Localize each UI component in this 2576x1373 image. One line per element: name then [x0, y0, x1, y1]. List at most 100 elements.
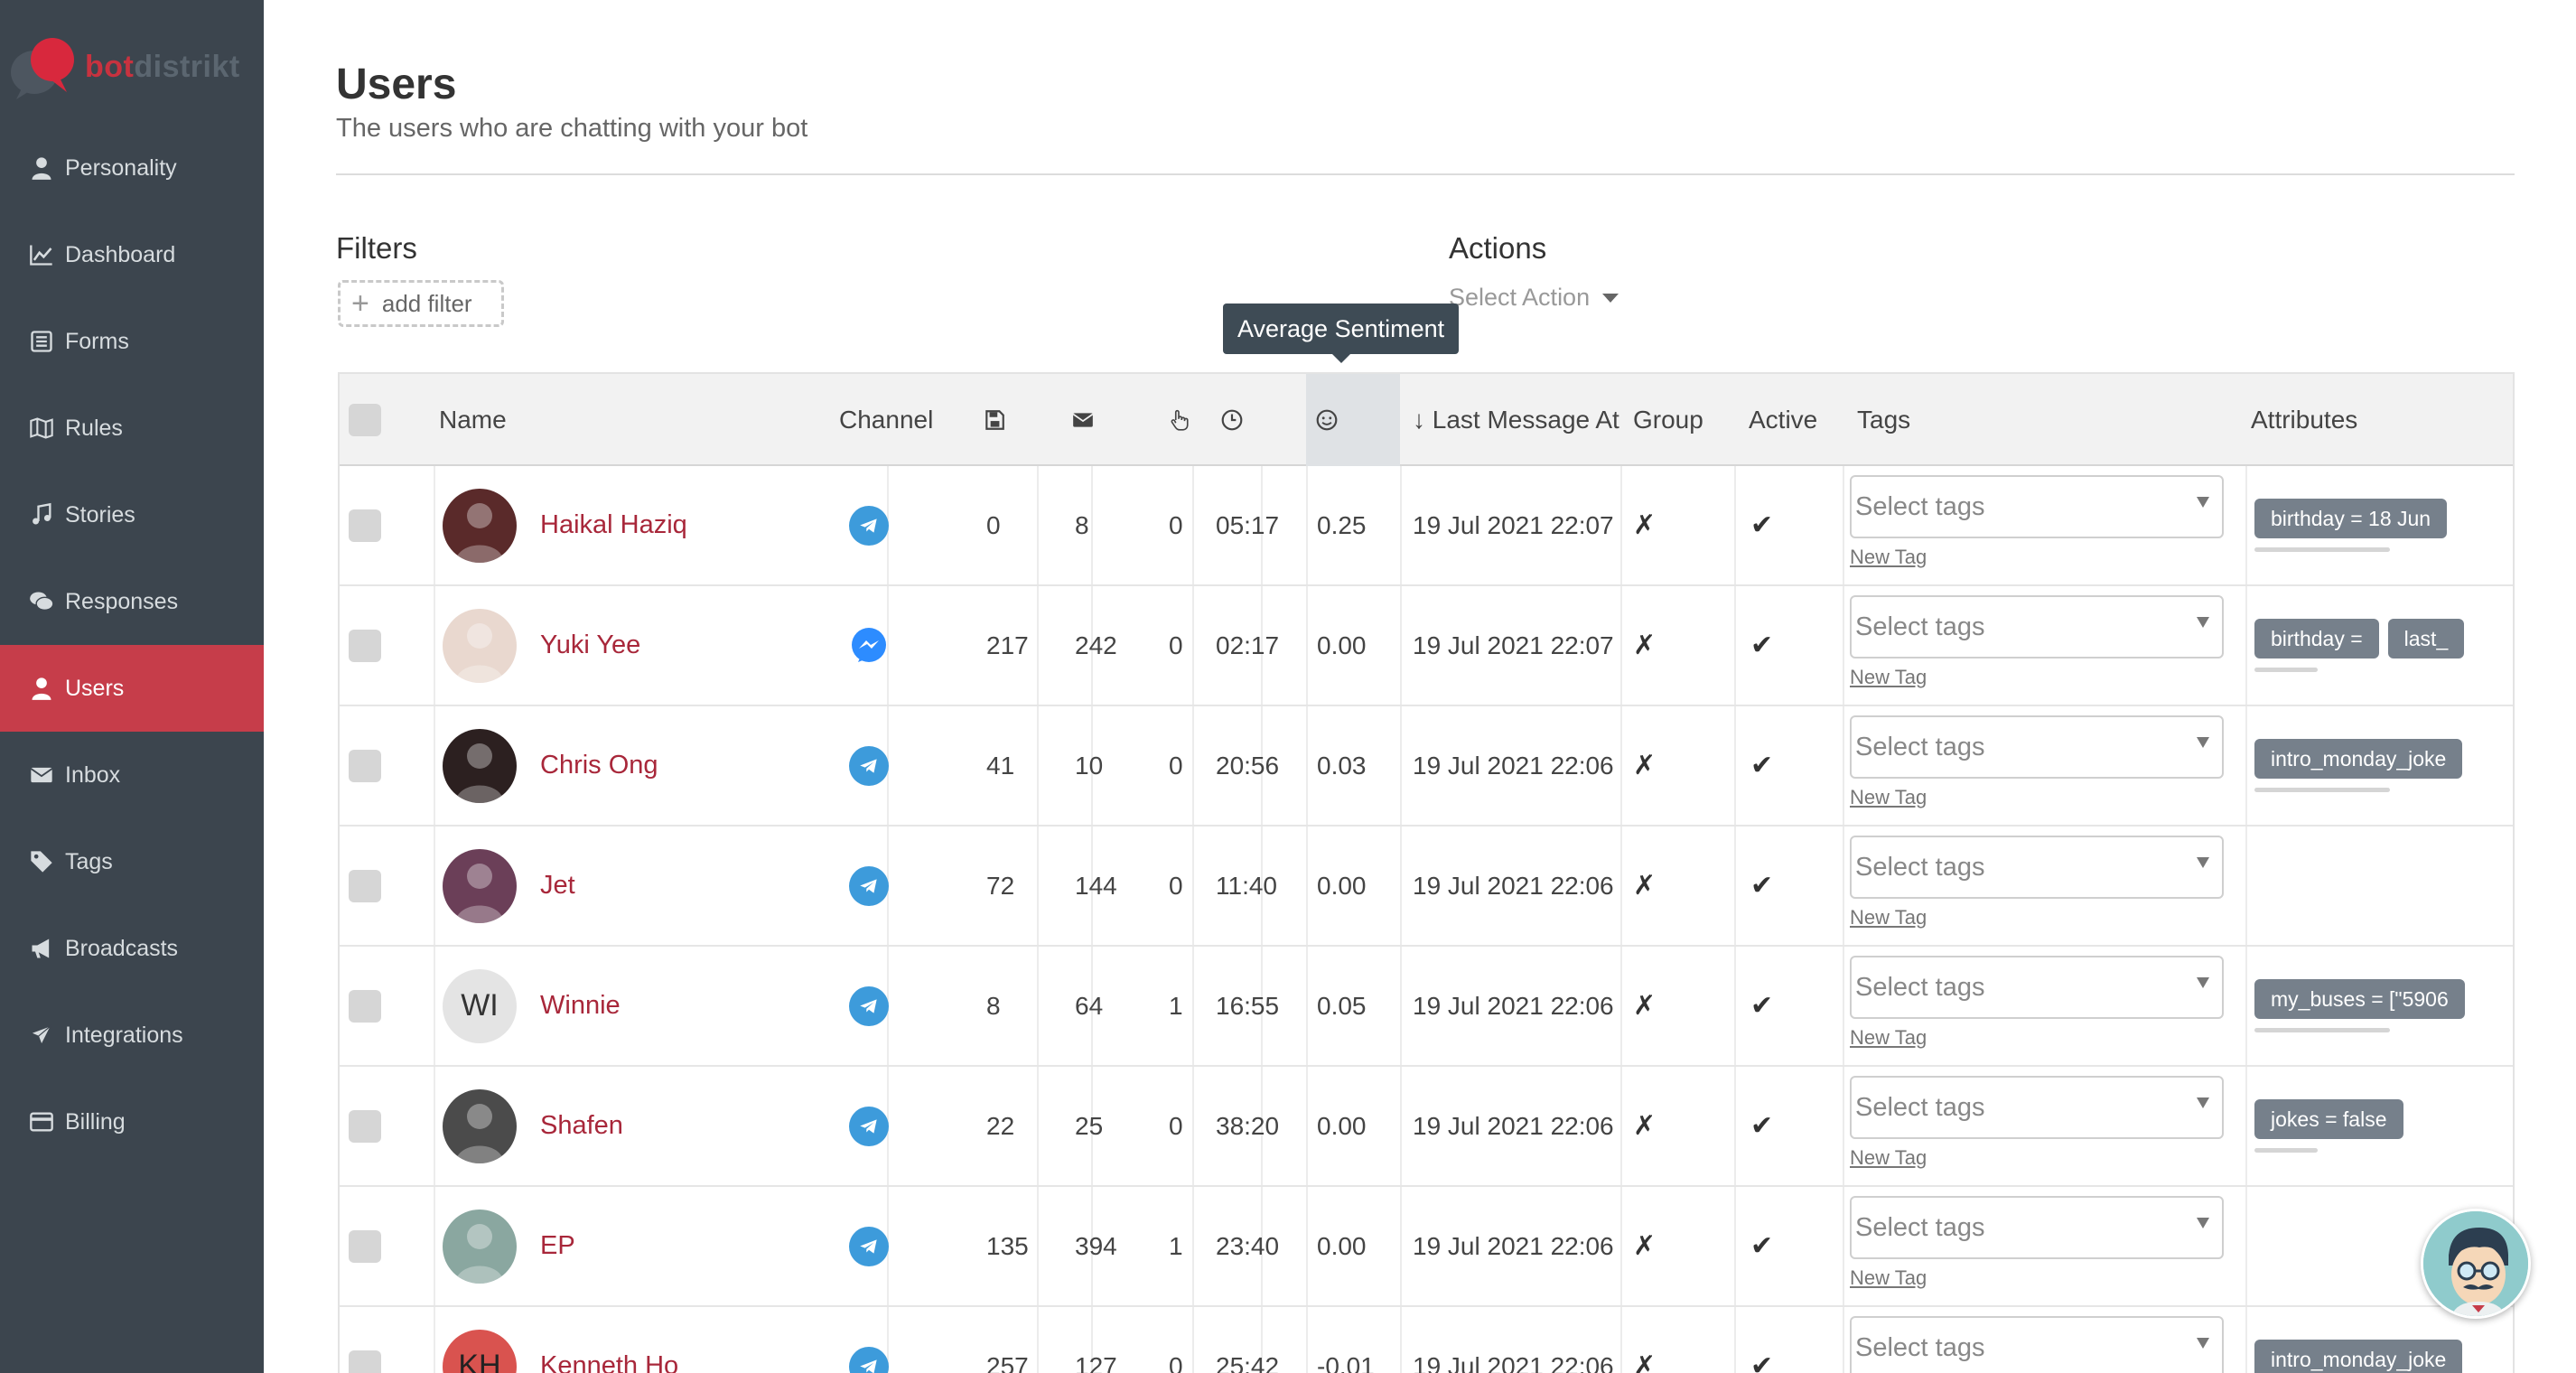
new-tag-link[interactable]: New Tag — [1850, 1266, 1927, 1290]
cross-icon: ✗ — [1633, 871, 1657, 901]
tags-cell: Select tagsNew Tag — [1850, 1307, 2229, 1373]
new-tag-link[interactable]: New Tag — [1850, 786, 1927, 809]
row-checkbox[interactable] — [349, 749, 381, 782]
tag-select-input[interactable]: Select tags — [1850, 595, 2224, 658]
header-time[interactable] — [1220, 374, 1244, 466]
tag-select-input[interactable]: Select tags — [1850, 715, 2224, 779]
sidebar-item-tags[interactable]: Tags — [0, 818, 264, 905]
row-checkbox[interactable] — [349, 1229, 381, 1263]
user-name-link[interactable]: Jet — [540, 871, 575, 901]
select-action-label: Select Action — [1449, 284, 1591, 311]
row-checkbox[interactable] — [349, 989, 381, 1023]
attribute-chip[interactable]: last_ — [2387, 619, 2465, 658]
group-status: ✗ — [1633, 1187, 1656, 1305]
user-name-link[interactable]: Winnie — [540, 991, 621, 1021]
row-checkbox[interactable] — [349, 1109, 381, 1143]
new-tag-link[interactable]: New Tag — [1850, 1026, 1927, 1050]
sidebar-item-forms[interactable]: Forms — [0, 298, 264, 385]
last-message-at: 19 Jul 2021 22:06 — [1413, 1231, 1614, 1260]
header-last-message[interactable]: ↓ Last Message At — [1413, 374, 1619, 466]
user-name-link[interactable]: Shafen — [540, 1111, 623, 1141]
attributes-scrollbar[interactable] — [2254, 547, 2390, 552]
attribute-chip[interactable]: intro_monday_joke — [2254, 1340, 2463, 1373]
header-messages[interactable] — [1071, 374, 1095, 466]
attributes-scrollbar[interactable] — [2254, 1028, 2390, 1032]
table-row: Haikal Haziq 0 8 0 05:17 0.25 19 Jul 2021 22:0… — [340, 466, 2513, 586]
sidebar-item-dashboard[interactable]: Dashboard — [0, 211, 264, 298]
average-sentiment-tooltip: Average Sentiment — [1223, 304, 1460, 363]
click-count: 0 — [1169, 1351, 1183, 1373]
sidebar-item-users[interactable]: Users — [0, 645, 264, 732]
row-checkbox[interactable] — [349, 629, 381, 662]
sidebar-item-label: Broadcasts — [65, 935, 179, 961]
sidebar-item-integrations[interactable]: Integrations — [0, 992, 264, 1079]
row-checkbox[interactable] — [349, 869, 381, 902]
header-channel[interactable]: Channel — [839, 374, 933, 466]
attribute-chip[interactable]: my_buses = ["5906 — [2254, 979, 2465, 1019]
tag-select-input[interactable]: Select tags — [1850, 1316, 2224, 1373]
row-checkbox[interactable] — [349, 1350, 381, 1373]
header-sentiment[interactable] — [1306, 374, 1400, 466]
new-tag-link[interactable]: New Tag — [1850, 666, 1927, 689]
attributes-scrollbar[interactable] — [2254, 788, 2390, 792]
sidebar-item-personality[interactable]: Personality — [0, 125, 264, 211]
user-name-link[interactable]: Chris Ong — [540, 751, 658, 780]
group-status: ✗ — [1633, 947, 1656, 1065]
user-name-link[interactable]: Yuki Yee — [540, 630, 640, 660]
envelope-icon — [27, 761, 56, 789]
telegram-icon — [849, 985, 889, 1026]
header-name[interactable]: Name — [439, 374, 507, 466]
sidebar-item-broadcasts[interactable]: Broadcasts — [0, 905, 264, 992]
channel-cell — [849, 1067, 889, 1185]
sidebar-item-responses[interactable]: Responses — [0, 558, 264, 645]
tag-select-input[interactable]: Select tags — [1850, 836, 2224, 899]
chat-bot-avatar-button[interactable] — [2421, 1209, 2531, 1319]
check-icon: ✔ — [1750, 991, 1774, 1021]
sidebar-item-stories[interactable]: Stories — [0, 472, 264, 558]
tag-select-input[interactable]: Select tags — [1850, 956, 2224, 1019]
user-cell: Shafen — [443, 1067, 623, 1185]
brand-logo[interactable]: botdistrikt — [7, 31, 240, 103]
click-count: 0 — [1169, 871, 1183, 900]
user-name-link[interactable]: Kenneth Ho — [540, 1351, 678, 1373]
average-sentiment: 0.00 — [1317, 630, 1367, 659]
column-divider — [434, 586, 435, 705]
avatar — [443, 728, 517, 803]
header-group[interactable]: Group — [1633, 374, 1703, 466]
cross-icon: ✗ — [1633, 630, 1657, 660]
last-message-at: 19 Jul 2021 22:06 — [1413, 871, 1614, 900]
tag-select-input[interactable]: Select tags — [1850, 1076, 2224, 1139]
header-clicks[interactable] — [1167, 374, 1190, 466]
header-saved[interactable] — [983, 374, 1006, 466]
new-tag-link[interactable]: New Tag — [1850, 906, 1927, 929]
add-filter-button[interactable]: + add filter — [338, 280, 504, 327]
sidebar-item-rules[interactable]: Rules — [0, 385, 264, 472]
filters-title: Filters — [336, 231, 417, 265]
cross-icon: ✗ — [1633, 1111, 1657, 1141]
attribute-chip[interactable]: birthday = 18 Jun — [2254, 499, 2448, 538]
attributes-scrollbar[interactable] — [2254, 668, 2318, 672]
new-tag-link[interactable]: New Tag — [1850, 1146, 1927, 1170]
select-action-dropdown[interactable]: Select Action — [1449, 284, 1619, 312]
attributes-scrollbar[interactable] — [2254, 1148, 2318, 1153]
user-name-link[interactable]: EP — [540, 1231, 575, 1261]
row-checkbox[interactable] — [349, 509, 381, 542]
attributes-cell: intro_monday_joke — [2254, 706, 2513, 825]
attribute-chip[interactable]: intro_monday_joke — [2254, 739, 2463, 779]
dropdown-arrow-icon — [2197, 1218, 2209, 1228]
attribute-chip[interactable]: birthday = — [2254, 619, 2379, 658]
new-tag-link[interactable]: New Tag — [1850, 546, 1927, 569]
last-message-at: 19 Jul 2021 22:06 — [1413, 751, 1614, 780]
telegram-icon — [849, 1106, 889, 1146]
header-active[interactable]: Active — [1749, 374, 1817, 466]
dropdown-arrow-icon — [2197, 737, 2209, 748]
sidebar-item-inbox[interactable]: Inbox — [0, 732, 264, 818]
attribute-chip[interactable]: jokes = false — [2254, 1099, 2403, 1139]
select-all-checkbox[interactable] — [349, 404, 381, 436]
sidebar-item-billing[interactable]: Billing — [0, 1079, 264, 1165]
active-status: ✔ — [1750, 827, 1773, 945]
tag-select-input[interactable]: Select tags — [1850, 1196, 2224, 1259]
tag-select-input[interactable]: Select tags — [1850, 475, 2224, 538]
user-name-link[interactable]: Haikal Haziq — [540, 510, 687, 540]
sidebar-item-label: Forms — [65, 328, 129, 354]
